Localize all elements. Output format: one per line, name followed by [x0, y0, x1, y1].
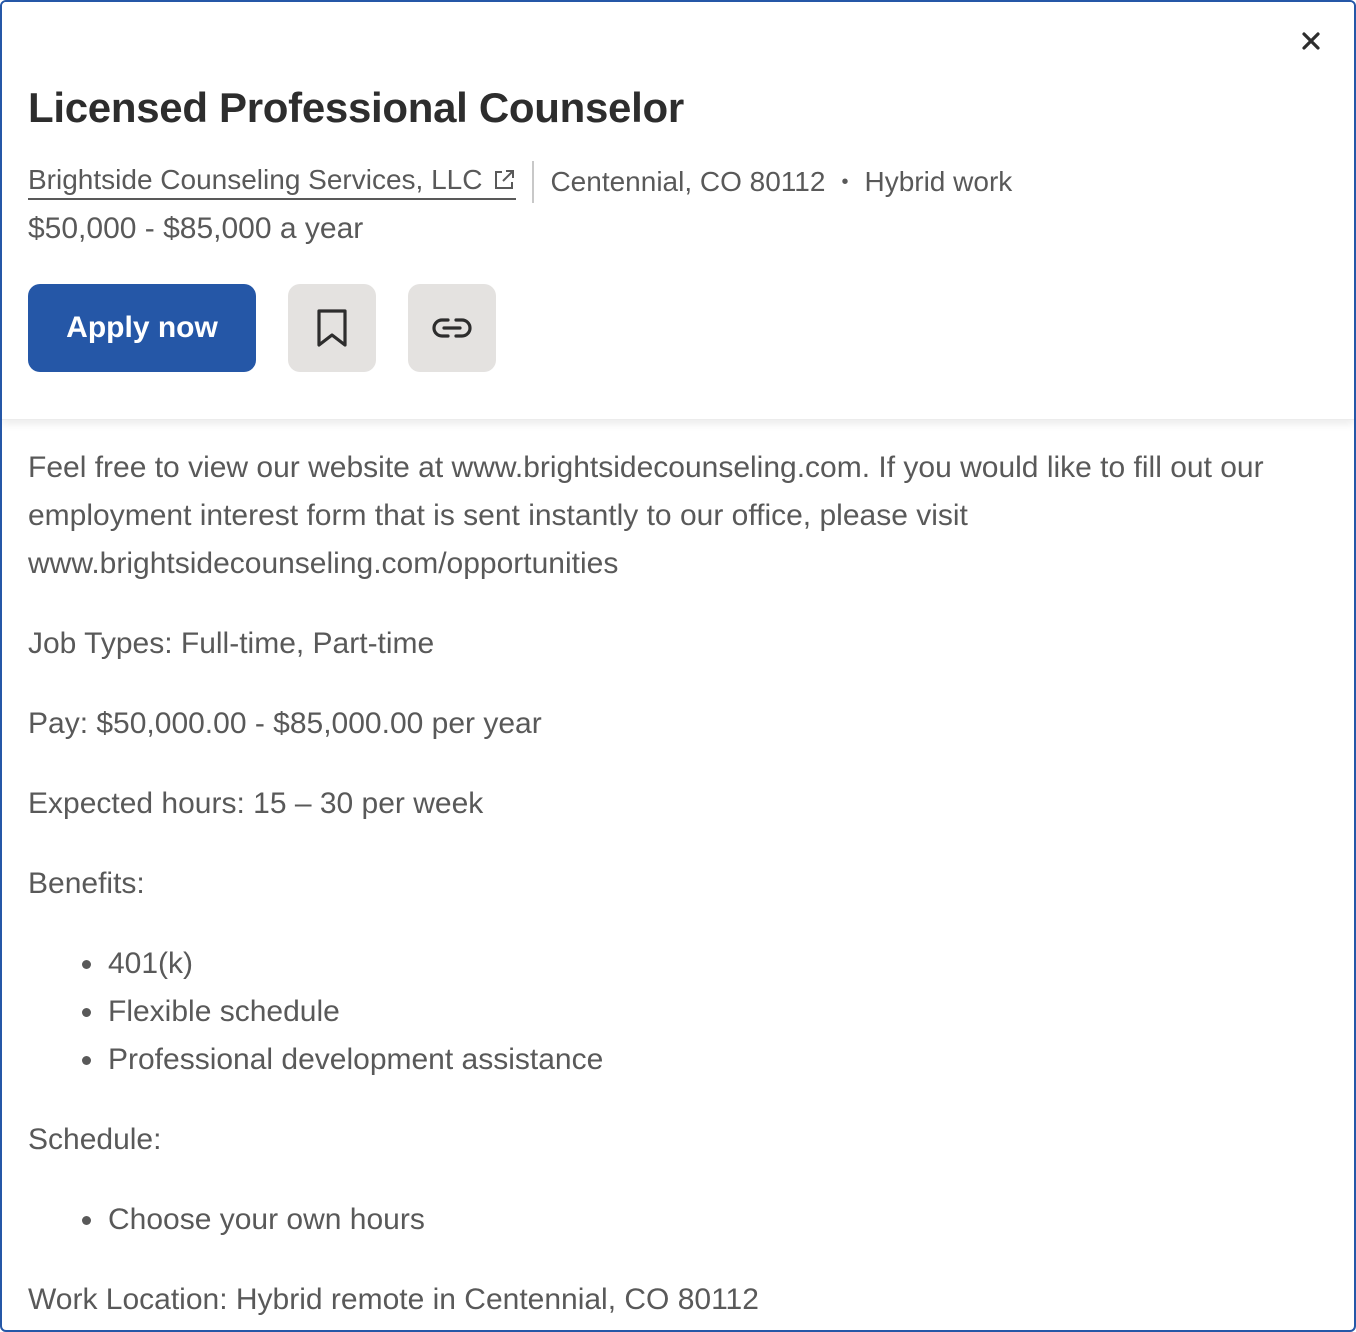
job-meta: Brightside Counseling Services, LLC Cent…	[28, 160, 1012, 204]
work-location: Work Location: Hybrid remote in Centenni…	[28, 1283, 759, 1316]
close-icon[interactable]	[1301, 31, 1321, 51]
job-title: Licensed Professional Counselor	[28, 84, 684, 131]
dot-separator: •	[841, 170, 849, 193]
description-intro: Feel free to view our website at www.bri…	[28, 451, 1264, 580]
close-button[interactable]	[1296, 26, 1326, 56]
job-types: Job Types: Full-time, Part-time	[28, 627, 435, 660]
action-bar: Apply now	[28, 284, 496, 372]
job-header: Licensed Professional Counselor Brightsi…	[2, 2, 1354, 420]
schedule-item: Choose your own hours	[78, 1196, 1318, 1244]
benefit-item: Flexible schedule	[78, 988, 1318, 1036]
company-name[interactable]: Brightside Counseling Services, LLC	[28, 164, 482, 196]
job-description: Feel free to view our website at www.bri…	[28, 444, 1318, 1330]
pay-info: Pay: $50,000.00 - $85,000.00 per year	[28, 707, 542, 740]
save-job-button[interactable]	[288, 284, 376, 372]
company-link[interactable]: Brightside Counseling Services, LLC	[28, 164, 517, 200]
schedule-list: Choose your own hours	[28, 1196, 1318, 1244]
benefits-list: 401(k) Flexible schedule Professional de…	[28, 940, 1318, 1084]
expected-hours: Expected hours: 15 – 30 per week	[28, 787, 484, 820]
job-details-panel: Licensed Professional Counselor Brightsi…	[0, 0, 1356, 1332]
salary: $50,000 - $85,000 a year	[28, 212, 364, 245]
apply-now-button[interactable]: Apply now	[28, 284, 256, 372]
work-type: Hybrid work	[864, 166, 1013, 197]
job-location: Centennial, CO 80112	[550, 166, 826, 197]
benefit-item: 401(k)	[78, 940, 1318, 988]
external-link-icon	[492, 168, 516, 192]
bookmark-icon[interactable]	[315, 308, 349, 348]
benefits-heading: Benefits:	[28, 867, 145, 900]
copy-link-button[interactable]	[408, 284, 496, 372]
link-icon[interactable]	[431, 316, 473, 340]
schedule-heading: Schedule:	[28, 1123, 162, 1156]
benefit-item: Professional development assistance	[78, 1036, 1318, 1084]
meta-divider	[532, 161, 535, 203]
